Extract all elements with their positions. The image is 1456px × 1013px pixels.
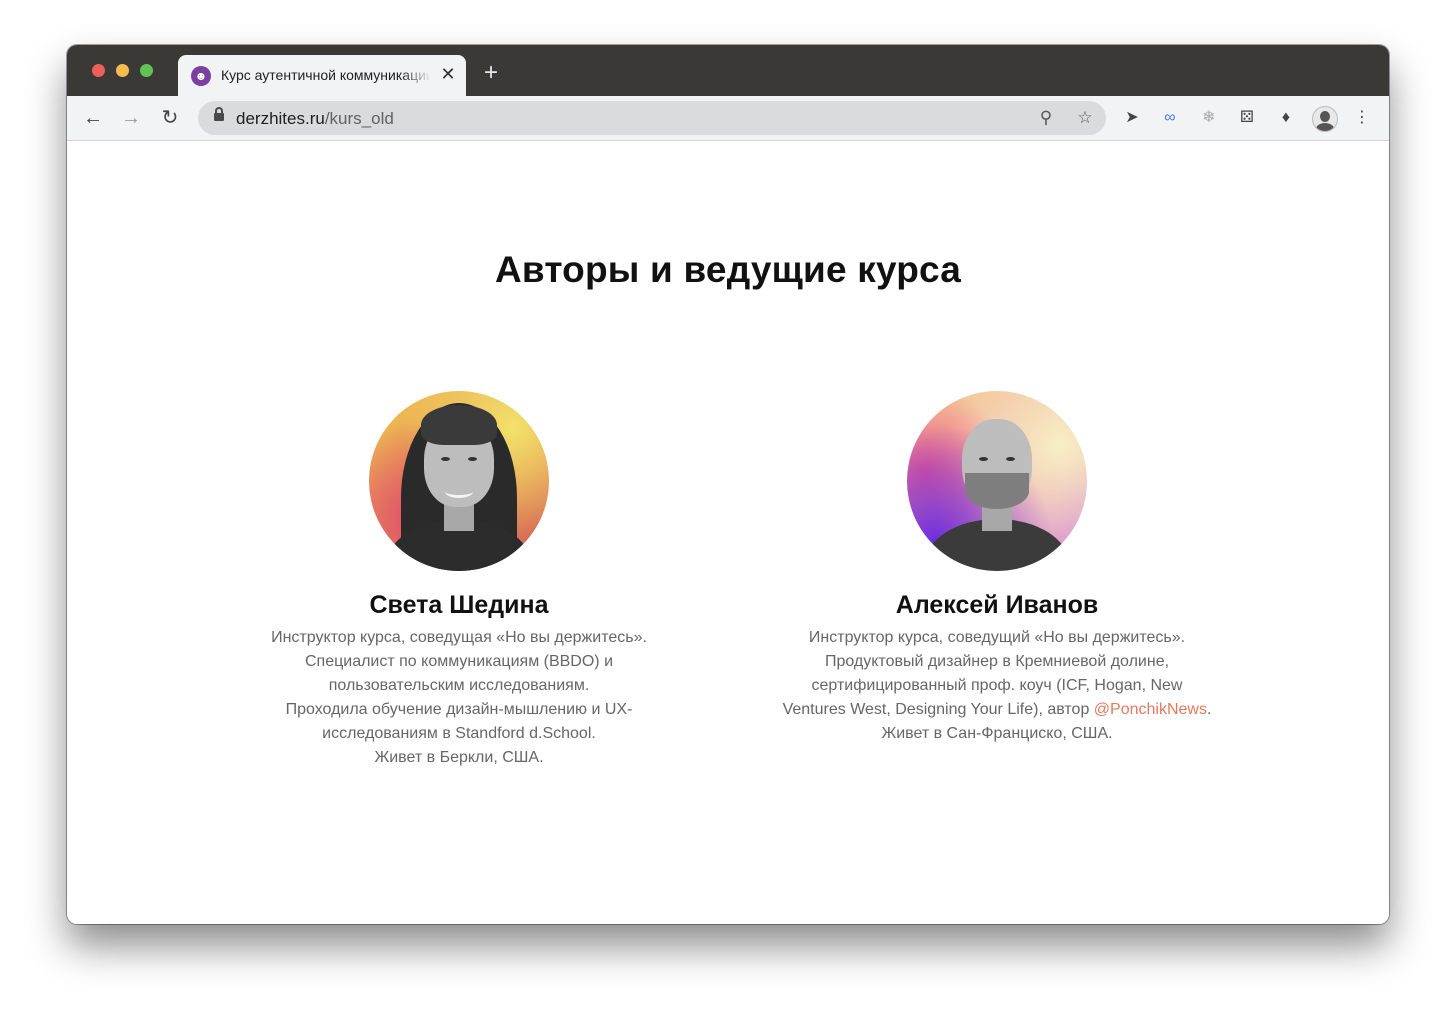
- bookmark-star-icon[interactable]: ☆: [1074, 107, 1096, 129]
- url-path: /kurs_old: [324, 109, 394, 128]
- rocket-icon[interactable]: ➤: [1121, 107, 1143, 129]
- back-arrow-icon[interactable]: ←: [81, 106, 105, 130]
- puzzle-icon[interactable]: ♦: [1275, 107, 1297, 129]
- browser-window: ☻ Курс аутентичной коммуникации ✕ + ← → …: [67, 45, 1389, 924]
- url-text[interactable]: derzhites.ru/kurs_old: [236, 109, 394, 129]
- browser-tab[interactable]: ☻ Курс аутентичной коммуникации ✕: [178, 55, 466, 96]
- reload-icon[interactable]: ↻: [158, 106, 182, 130]
- author-name: Алексей Иванов: [895, 591, 1099, 619]
- author-bio: Инструктор курса, соведущая «Но вы держи…: [271, 629, 647, 766]
- minimize-window-button[interactable]: [116, 64, 129, 77]
- palm-icon[interactable]: ❄: [1198, 107, 1220, 129]
- browser-toolbar: ← → ↻ derzhites.ru/kurs_old ⚲ ☆ ➤ ∞ ❄ ⚄ …: [67, 96, 1389, 141]
- url-domain: derzhites.ru: [236, 109, 325, 128]
- close-window-button[interactable]: [92, 64, 105, 77]
- author-photo: [369, 391, 549, 571]
- ponchiknews-link[interactable]: @PonchikNews: [1094, 701, 1207, 718]
- page-content: Авторы и ведущие курса Света Шедина Инст…: [67, 141, 1389, 924]
- author-name: Света Шедина: [369, 591, 549, 619]
- lock-icon[interactable]: [214, 107, 224, 121]
- close-tab-icon[interactable]: ✕: [438, 64, 458, 84]
- author-card: Алексей Иванов Инструктор курса, соведущ…: [777, 391, 1217, 746]
- section-separator: ✦ ✦ ✦: [67, 922, 1389, 924]
- title-bar: ☻ Курс аутентичной коммуникации ✕ +: [67, 45, 1389, 96]
- new-tab-button[interactable]: +: [480, 61, 502, 85]
- link-icon[interactable]: ∞: [1159, 107, 1181, 129]
- maximize-window-button[interactable]: [140, 64, 153, 77]
- dice-icon[interactable]: ⚄: [1236, 107, 1258, 129]
- author-card: Света Шедина Инструктор курса, соведущая…: [239, 391, 679, 770]
- author-bio: Инструктор курса, соведущий «Но вы держи…: [777, 626, 1217, 746]
- devil-icon: ☻: [191, 66, 211, 86]
- profile-avatar[interactable]: [1312, 106, 1338, 132]
- address-bar[interactable]: derzhites.ru/kurs_old ⚲ ☆: [198, 101, 1106, 135]
- forward-arrow-icon[interactable]: →: [119, 106, 143, 130]
- section-heading: Авторы и ведущие курса: [494, 249, 962, 290]
- tab-title: Курс аутентичной коммуникации: [221, 67, 431, 83]
- author-photo: [907, 391, 1087, 571]
- zoom-icon[interactable]: ⚲: [1035, 107, 1057, 129]
- menu-icon[interactable]: ⋮: [1351, 107, 1373, 129]
